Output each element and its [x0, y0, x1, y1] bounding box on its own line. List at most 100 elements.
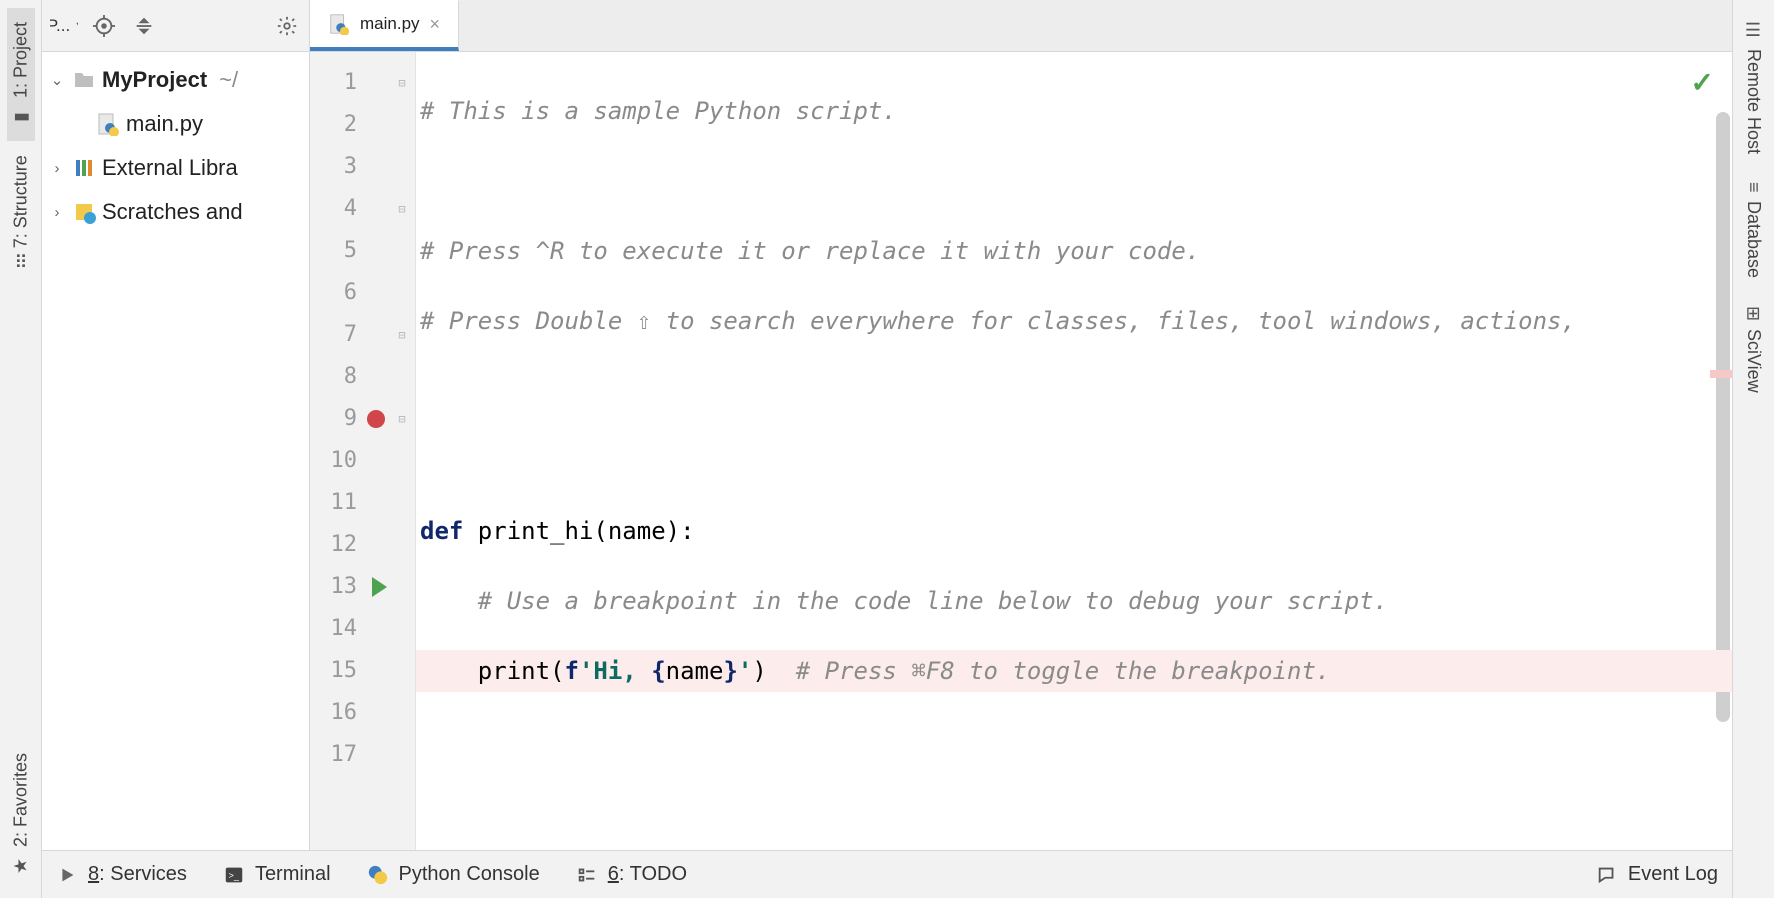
- tool-tab-sciview[interactable]: ⊞ SciView: [1740, 292, 1768, 407]
- breakpoint-icon[interactable]: [367, 410, 385, 428]
- gutter-line[interactable]: 5: [310, 230, 415, 272]
- fold-icon[interactable]: ⊟: [395, 202, 409, 216]
- code-text: [420, 657, 478, 685]
- collapse-all-icon[interactable]: [130, 12, 158, 40]
- todo-icon: [576, 864, 598, 886]
- fold-icon[interactable]: ⊟: [395, 412, 409, 426]
- code-text: # Press ^R to execute it or replace it w…: [420, 237, 1200, 265]
- scratches-icon: [72, 200, 96, 224]
- gutter-line[interactable]: 3: [310, 146, 415, 188]
- status-bar: 8: Services >_ Terminal Python Console 6…: [42, 850, 1732, 898]
- code-area[interactable]: # This is a sample Python script. # Pres…: [416, 52, 1732, 850]
- tree-scratches[interactable]: › Scratches and: [42, 190, 309, 234]
- structure-icon: ⠿: [14, 252, 27, 274]
- editor-tab-main-py[interactable]: main.py ×: [310, 0, 459, 51]
- code-text: {: [651, 657, 665, 685]
- code-text: [416, 440, 1732, 482]
- code-text: ': [738, 657, 752, 685]
- tree-label: External Libra: [102, 155, 238, 181]
- code-text: [416, 720, 1732, 762]
- code-text: [416, 160, 1732, 202]
- locate-icon[interactable]: [90, 12, 118, 40]
- gutter-line[interactable]: 12: [310, 524, 415, 566]
- code-editor[interactable]: ✓ 1⊟ 2 3 4⊟ 5 6 7⊟ 8 9⊟ 10 11 12 13: [310, 52, 1732, 850]
- python-icon: [367, 864, 389, 886]
- gutter-line[interactable]: 1⊟: [310, 62, 415, 104]
- tree-label: main.py: [126, 111, 203, 137]
- chevron-right-icon[interactable]: ›: [48, 160, 66, 177]
- code-text: name: [666, 657, 724, 685]
- library-icon: [72, 156, 96, 180]
- gutter-line[interactable]: 14: [310, 608, 415, 650]
- tool-tab-python-console[interactable]: Python Console: [367, 863, 540, 886]
- gutter-line[interactable]: 11: [310, 482, 415, 524]
- gutter-line[interactable]: 16: [310, 692, 415, 734]
- services-icon: [56, 864, 78, 886]
- event-log-icon: [1596, 864, 1618, 886]
- view-mode-selector[interactable]: P...▼: [50, 12, 78, 40]
- gutter-line[interactable]: 7⊟: [310, 314, 415, 356]
- tool-tab-database[interactable]: ≡ Database: [1740, 168, 1767, 292]
- editor-tab-label: main.py: [360, 14, 420, 34]
- python-file-icon: [328, 13, 350, 35]
- gutter-line[interactable]: 17: [310, 734, 415, 776]
- run-gutter-icon[interactable]: [372, 577, 387, 597]
- gutter-line[interactable]: 2: [310, 104, 415, 146]
- chevron-right-icon[interactable]: ›: [48, 204, 66, 221]
- tool-tab-todo[interactable]: 6: TODO: [576, 863, 687, 886]
- editor-tabs: main.py ×: [310, 0, 1732, 51]
- tree-file-main-py[interactable]: main.py: [42, 102, 309, 146]
- tool-tab-label: Remote Host: [1743, 49, 1764, 154]
- folder-icon: [72, 68, 96, 92]
- tree-label: Scratches and: [102, 199, 243, 225]
- gutter-line[interactable]: 10: [310, 440, 415, 482]
- tree-root[interactable]: ⌄ MyProject ~/: [42, 58, 309, 102]
- code-text: [416, 790, 1732, 832]
- tool-tab-favorites[interactable]: ★ 2: Favorites: [7, 739, 35, 890]
- python-file-icon: [96, 112, 120, 136]
- code-text: # This is a sample Python script.: [420, 97, 897, 125]
- status-label: Event Log: [1628, 863, 1718, 886]
- code-text: [416, 370, 1732, 412]
- mnemonic: 8: [88, 863, 99, 885]
- tool-tab-event-log[interactable]: Event Log: [1596, 863, 1718, 886]
- tool-tab-label: 2: Favorites: [10, 753, 31, 847]
- project-tree[interactable]: ⌄ MyProject ~/ main.py ›: [42, 52, 310, 850]
- tool-tab-label: SciView: [1743, 329, 1764, 393]
- tool-tab-label: Database: [1743, 201, 1764, 278]
- gear-icon[interactable]: [273, 12, 301, 40]
- code-text: # Use a breakpoint in the code line belo…: [478, 587, 1388, 615]
- gutter-line[interactable]: 15: [310, 650, 415, 692]
- remote-host-icon: ☰: [1743, 20, 1765, 41]
- code-text: [420, 587, 478, 615]
- code-text: (: [550, 657, 564, 685]
- project-panel-toolbar: P...▼: [42, 0, 310, 51]
- gutter-line[interactable]: 6: [310, 272, 415, 314]
- gutter-line[interactable]: 9⊟: [310, 398, 415, 440]
- tree-label: MyProject: [102, 67, 207, 93]
- gutter-line[interactable]: 8: [310, 356, 415, 398]
- status-label: : Services: [99, 863, 187, 885]
- code-text: # Press Double ⇧ to search everywhere fo…: [420, 307, 1576, 335]
- tool-tab-project[interactable]: ▮ 1: Project: [7, 8, 35, 141]
- code-text: ): [752, 657, 766, 685]
- code-text: [767, 657, 796, 685]
- status-label: Python Console: [399, 863, 540, 886]
- tool-tab-remote-host[interactable]: ☰ Remote Host: [1740, 6, 1768, 168]
- chevron-down-icon[interactable]: ⌄: [48, 71, 66, 89]
- fold-icon[interactable]: ⊟: [395, 328, 409, 342]
- editor-gutter[interactable]: 1⊟ 2 3 4⊟ 5 6 7⊟ 8 9⊟ 10 11 12 13 14 15 …: [310, 52, 416, 850]
- code-text: }: [723, 657, 737, 685]
- tree-path: ~/: [219, 67, 238, 93]
- folder-icon: ▮: [10, 106, 31, 128]
- tree-external-libraries[interactable]: › External Libra: [42, 146, 309, 190]
- gutter-line[interactable]: 13: [310, 566, 415, 608]
- gutter-line[interactable]: 4⊟: [310, 188, 415, 230]
- tool-tab-terminal[interactable]: >_ Terminal: [223, 863, 331, 886]
- close-icon[interactable]: ×: [430, 14, 441, 35]
- tool-tab-structure[interactable]: ⠿ 7: Structure: [7, 141, 35, 283]
- view-mode-label: P...: [50, 16, 70, 36]
- tool-tab-services[interactable]: 8: Services: [56, 863, 187, 886]
- fold-icon[interactable]: ⊟: [395, 76, 409, 90]
- tool-tab-label: 1: Project: [10, 22, 31, 98]
